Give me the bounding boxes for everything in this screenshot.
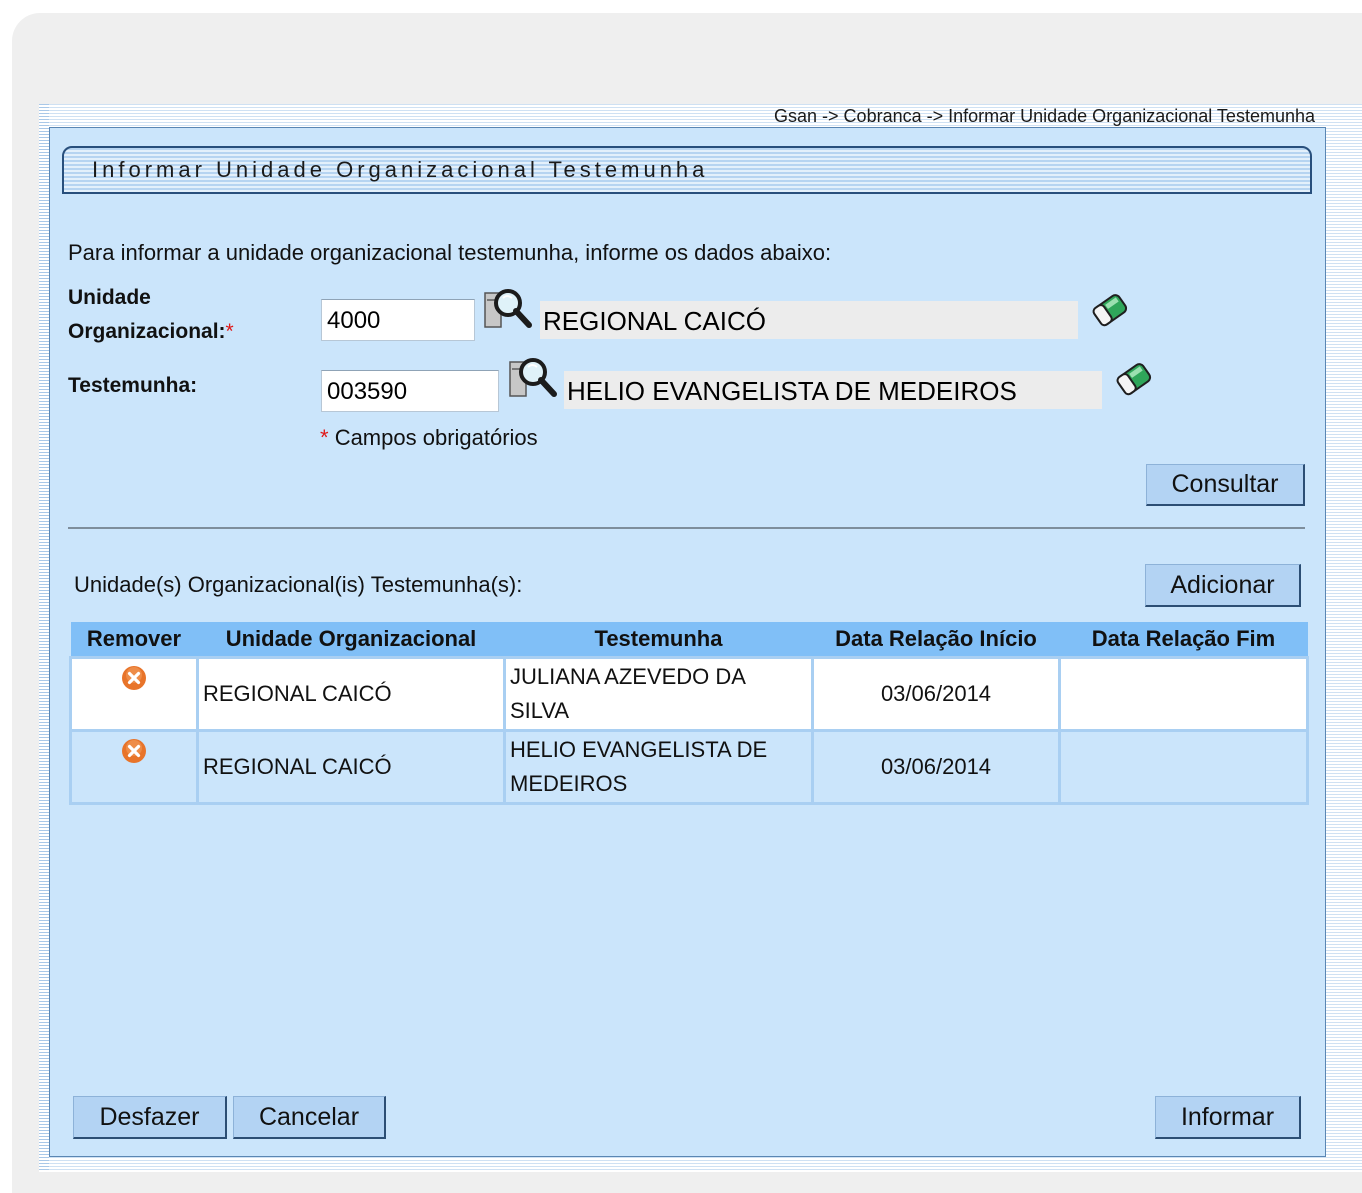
search-icon[interactable] — [508, 356, 560, 405]
unidade-cell: REGIONAL CAICÓ — [196, 729, 506, 805]
required-mark: * — [320, 425, 329, 450]
testemunha-label: Testemunha: — [68, 374, 198, 397]
col-testemunha: Testemunha — [504, 622, 813, 658]
unidade-name-field: REGIONAL CAICÓ — [540, 301, 1078, 339]
unidade-label: Unidade Organizacional:* — [68, 281, 234, 349]
section-label: Unidade(s) Organizacional(is) Testemunha… — [74, 572, 523, 597]
title-bar: Informar Unidade Organizacional Testemun… — [62, 146, 1312, 194]
col-data-fim: Data Relação Fim — [1059, 622, 1308, 658]
page-left-stripe — [39, 104, 49, 1172]
data-inicio-cell: 03/06/2014 — [811, 656, 1061, 732]
testemunha-cell: HELIO EVANGELISTA DE MEDEIROS — [503, 729, 814, 805]
data-fim-cell — [1058, 656, 1309, 732]
table-header-row: Remover Unidade Organizacional Testemunh… — [70, 622, 1308, 658]
eraser-icon[interactable] — [1087, 288, 1133, 337]
table-row: REGIONAL CAICÓ HELIO EVANGELISTA DE MEDE… — [69, 729, 1309, 805]
consultar-button[interactable]: Consultar — [1146, 464, 1305, 506]
testemunhas-table: Remover Unidade Organizacional Testemunh… — [69, 622, 1309, 805]
search-icon[interactable] — [483, 287, 535, 336]
adicionar-button[interactable]: Adicionar — [1145, 564, 1301, 607]
testemunha-name-field: HELIO EVANGELISTA DE MEDEIROS — [564, 371, 1102, 409]
breadcrumb: Gsan -> Cobranca -> Informar Unidade Org… — [774, 106, 1315, 126]
informar-button[interactable]: Informar — [1155, 1096, 1301, 1139]
remove-cell — [69, 729, 199, 805]
unidade-label-line2: Organizacional: — [68, 320, 226, 343]
required-fields-note: * Campos obrigatórios — [320, 425, 538, 451]
col-remover: Remover — [70, 622, 198, 658]
required-note-text: Campos obrigatórios — [334, 425, 538, 450]
remove-cell — [69, 656, 199, 732]
remove-icon[interactable] — [121, 665, 147, 701]
table-row: REGIONAL CAICÓ JULIANA AZEVEDO DA SILVA … — [69, 656, 1309, 732]
unidade-label-line1: Unidade — [68, 286, 151, 309]
eraser-icon[interactable] — [1111, 357, 1157, 406]
testemunha-cell: JULIANA AZEVEDO DA SILVA — [503, 656, 814, 732]
data-inicio-cell: 03/06/2014 — [811, 729, 1061, 805]
required-mark: * — [225, 320, 234, 343]
page-title: Informar Unidade Organizacional Testemun… — [92, 157, 709, 182]
remove-icon[interactable] — [121, 738, 147, 774]
col-data-inicio: Data Relação Início — [812, 622, 1060, 658]
desfazer-button[interactable]: Desfazer — [73, 1096, 227, 1139]
cancelar-button[interactable]: Cancelar — [233, 1096, 386, 1139]
unidade-code-input[interactable]: 4000 — [321, 299, 475, 341]
divider — [68, 527, 1305, 529]
testemunha-code-input[interactable]: 003590 — [321, 370, 499, 412]
intro-text: Para informar a unidade organizacional t… — [68, 240, 832, 265]
col-unidade: Unidade Organizacional — [197, 622, 505, 658]
unidade-cell: REGIONAL CAICÓ — [196, 656, 506, 732]
data-fim-cell — [1058, 729, 1309, 805]
